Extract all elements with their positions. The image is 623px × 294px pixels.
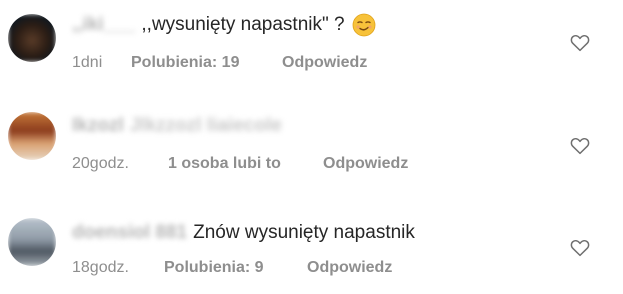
likes-count[interactable]: 1 osoba lubi to — [168, 155, 281, 173]
comment-text: Znów wysunięty napastnik — [193, 222, 415, 243]
timestamp[interactable]: 18godz. — [72, 259, 129, 277]
avatar[interactable] — [8, 218, 56, 266]
username[interactable]: ,,iki___ — [72, 14, 135, 36]
heart-icon[interactable] — [570, 239, 590, 257]
comment-line: ,,iki___ ,,wysunięty napastnik" ? — [72, 13, 376, 37]
avatar[interactable] — [8, 112, 56, 160]
reply-button[interactable]: Odpowiedz — [282, 54, 367, 72]
username[interactable]: Ikzozl — [72, 115, 124, 137]
reply-button[interactable]: Odpowiedz — [307, 259, 392, 277]
comment-line: doensiol 881 Znów wysunięty napastnik — [72, 222, 415, 244]
username[interactable]: doensiol 881 — [72, 222, 187, 244]
comment-text: ,,wysunięty napastnik" ? — [141, 14, 345, 35]
timestamp[interactable]: 20godz. — [72, 155, 129, 173]
heart-icon[interactable] — [570, 137, 590, 155]
redacted-text: Jlkzzozl liaiecole — [129, 115, 282, 136]
avatar[interactable] — [8, 14, 56, 62]
heart-icon[interactable] — [570, 34, 590, 52]
comment-line: Ikzozl Jlkzzozl liaiecole — [72, 115, 288, 137]
timestamp[interactable]: 1dni — [72, 54, 102, 72]
likes-count[interactable]: Polubienia: 9 — [164, 259, 264, 277]
smirk-emoji-icon — [352, 13, 375, 37]
reply-button[interactable]: Odpowiedz — [323, 155, 408, 173]
likes-count[interactable]: Polubienia: 19 — [131, 54, 239, 72]
